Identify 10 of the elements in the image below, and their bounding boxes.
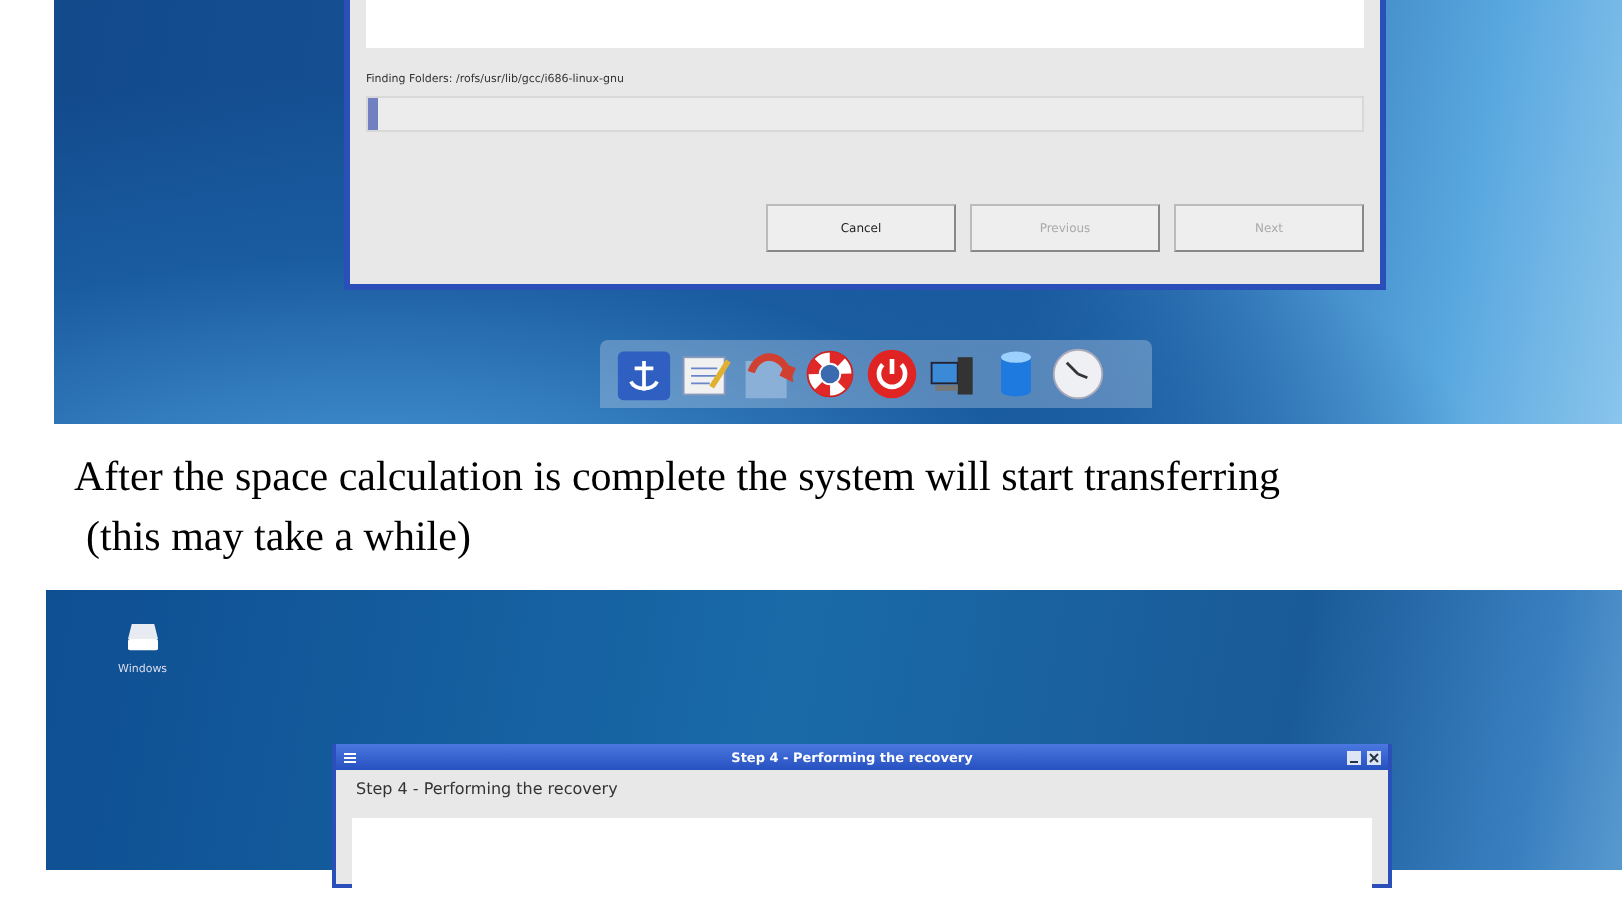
window-menu-icon[interactable] xyxy=(342,749,358,765)
drive-icon[interactable] xyxy=(125,622,160,652)
minimize-icon[interactable] xyxy=(1346,749,1362,765)
anchor-icon[interactable] xyxy=(616,346,672,402)
lifebuoy-icon[interactable] xyxy=(802,346,858,402)
dialog-heading: Step 4 - Performing the recovery xyxy=(354,778,620,802)
close-icon[interactable] xyxy=(1366,749,1382,765)
clock-icon[interactable] xyxy=(1050,346,1106,402)
power-icon[interactable] xyxy=(864,346,920,402)
paragraph: After the space calculation is complete the system will start transferring (this may take a while) xyxy=(72,450,1282,564)
